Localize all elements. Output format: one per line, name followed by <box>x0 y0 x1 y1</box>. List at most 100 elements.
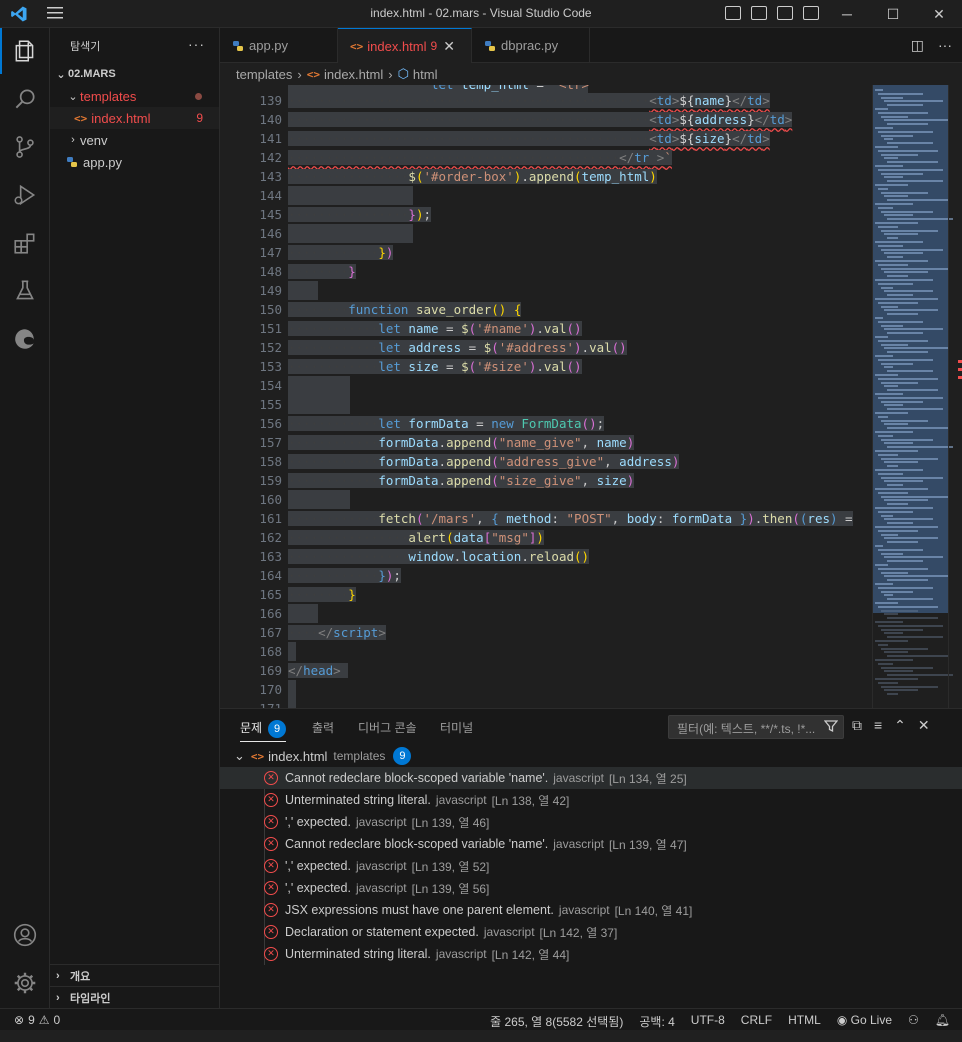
close-panel-icon[interactable]: ✕ <box>918 717 930 734</box>
extensions-icon[interactable] <box>0 220 50 266</box>
problem-message: ',' expected. <box>285 881 351 895</box>
minimize-button[interactable]: ─ <box>824 0 870 28</box>
run-debug-icon[interactable] <box>0 172 50 218</box>
source-control-icon[interactable] <box>0 124 50 170</box>
minimap-line <box>887 655 948 658</box>
minimap-line <box>884 613 898 616</box>
indentation[interactable]: 공백: 4 <box>639 1013 674 1030</box>
code-line: ············formData.append("name_give",… <box>288 435 635 450</box>
maximize-button[interactable]: ☐ <box>870 0 916 28</box>
cursor-position[interactable]: 줄 265, 열 8(5582 선택됨) <box>490 1013 623 1030</box>
minimap-line <box>887 693 898 696</box>
notifications-bell-icon[interactable]: 🔔︎ <box>935 1013 950 1030</box>
account-icon[interactable] <box>0 912 50 958</box>
problem-row[interactable]: ✕ ',' expected. javascript [Ln 139, 열 56] <box>220 877 962 899</box>
error-circle-icon: ✕ <box>264 837 278 851</box>
problem-row[interactable]: ✕ Unterminated string literal. javascript [… <box>220 943 962 965</box>
minimap-line <box>878 567 928 570</box>
chevron-down-icon: ⌄ <box>68 90 78 103</box>
error-count: 9 <box>196 111 203 125</box>
timeline-section[interactable]: › 타임라인 <box>50 986 219 1008</box>
tab-problems[interactable]: 문제 9 <box>240 719 287 742</box>
toggle-primary-sidebar-icon[interactable] <box>725 6 741 20</box>
view-as-list-icon[interactable]: ≡ <box>874 717 882 734</box>
problem-row[interactable]: ✕ Declaration or statement expected. javas… <box>220 921 962 943</box>
tree-item-index-html[interactable]: <> index.html 9 <box>50 107 219 129</box>
more-actions-icon[interactable]: ··· <box>188 36 205 52</box>
minimap-line <box>881 324 903 327</box>
problem-row[interactable]: ✕ ',' expected. javascript [Ln 139, 열 52] <box>220 855 962 877</box>
tab-index-html[interactable]: <> index.html 9 ✕ <box>338 28 472 63</box>
collapse-all-icon[interactable]: ⧉ <box>852 717 862 734</box>
tab-debug-console[interactable]: 디버그 콘솔 <box>358 719 417 736</box>
problems-status[interactable]: ⊗ 9 ⚠ 0 <box>14 1013 60 1027</box>
minimap-line <box>875 602 898 604</box>
problem-row[interactable]: ✕ Unterminated string literal. javascript [… <box>220 789 962 811</box>
project-folder[interactable]: ⌄ 02.MARS <box>50 63 219 85</box>
minimap-line <box>881 362 913 365</box>
language-mode[interactable]: HTML <box>788 1013 821 1030</box>
minimap-line <box>875 450 918 452</box>
problem-row[interactable]: ✕ Cannot redeclare block-scoped variable … <box>220 833 962 855</box>
problem-message: Declaration or statement expected. <box>285 925 479 939</box>
split-editor-icon[interactable]: ◫ <box>911 37 924 54</box>
toggle-secondary-sidebar-icon[interactable] <box>777 6 793 20</box>
tab-terminal[interactable]: 터미널 <box>440 719 473 736</box>
problem-row[interactable]: ✕ ',' expected. javascript [Ln 139, 열 46] <box>220 811 962 833</box>
tree-item-venv[interactable]: › venv <box>50 129 219 151</box>
breadcrumb-element[interactable]: html <box>413 67 438 82</box>
tree-item-templates[interactable]: ⌄ templates <box>50 85 219 107</box>
accounts-icon[interactable]: ⚇ <box>908 1013 919 1030</box>
encoding[interactable]: UTF-8 <box>691 1013 725 1030</box>
problems-filter-input[interactable]: 필터(예: 텍스트, **/*.ts, !*... <box>668 715 844 739</box>
code-editor[interactable]: 139 140 141 142 143 144 145 146 147 148 149 150 151 1… <box>220 85 962 708</box>
breadcrumb-file[interactable]: index.html <box>324 67 383 82</box>
editor-scrollbar[interactable] <box>948 85 962 708</box>
minimap-line <box>875 678 918 680</box>
html-file-icon: <> <box>74 111 88 125</box>
minimap-line <box>878 453 898 456</box>
search-icon[interactable] <box>0 76 50 122</box>
chevron-up-icon[interactable]: ⌃ <box>894 717 906 734</box>
code-line: ····</script> <box>288 625 386 640</box>
minimap[interactable] <box>872 85 953 708</box>
tree-item-label: app.py <box>83 154 123 170</box>
problem-location: [Ln 139, 열 52] <box>411 859 490 874</box>
chevron-right-icon: › <box>388 66 393 82</box>
code-line: ········································… <box>288 112 793 127</box>
explorer-icon[interactable] <box>0 28 50 74</box>
minimap-line <box>887 370 933 373</box>
line-number: 156 <box>259 416 282 431</box>
tab-app-py[interactable]: app.py <box>220 28 338 63</box>
close-window-button[interactable]: ✕ <box>916 0 962 28</box>
line-number: 161 <box>259 511 282 526</box>
tree-item-app-py[interactable]: app.py <box>50 151 219 173</box>
problem-location: [Ln 142, 열 37] <box>539 925 618 940</box>
more-actions-icon[interactable]: ··· <box>938 37 952 54</box>
tab-output[interactable]: 출력 <box>312 719 334 736</box>
tab-dbprac-py[interactable]: dbprac.py <box>472 28 590 63</box>
minimap-line <box>887 294 913 297</box>
line-ending[interactable]: CRLF <box>741 1013 772 1030</box>
code-line: ············let formData = new FormData(… <box>288 416 605 431</box>
testing-icon[interactable] <box>0 268 50 314</box>
minimap-line <box>878 396 943 399</box>
toggle-panel-icon[interactable] <box>751 6 767 20</box>
problem-row[interactable]: ✕ Cannot redeclare block-scoped variable … <box>220 767 962 789</box>
customize-layout-icon[interactable] <box>803 6 819 20</box>
minimap-line <box>884 309 938 312</box>
line-number: 163 <box>259 549 282 564</box>
filter-icon[interactable] <box>824 719 838 733</box>
problems-file-group[interactable]: ⌄ <> index.html templates 9 <box>220 745 962 767</box>
go-live-button[interactable]: ◉ Go Live <box>837 1013 892 1030</box>
breadcrumb-folder[interactable]: templates <box>236 67 292 82</box>
code-area[interactable]: ···················let temp_html = `<tr>… <box>288 85 866 708</box>
minimap-line <box>881 134 913 137</box>
edge-icon[interactable] <box>0 316 50 362</box>
close-tab-icon[interactable]: ✕ <box>443 38 455 55</box>
problem-row[interactable]: ✕ JSX expressions must have one parent el… <box>220 899 962 921</box>
settings-gear-icon[interactable] <box>0 960 50 1006</box>
outline-section[interactable]: › 개요 <box>50 964 219 986</box>
minimap-line <box>878 586 933 589</box>
minimap-line <box>881 419 928 422</box>
